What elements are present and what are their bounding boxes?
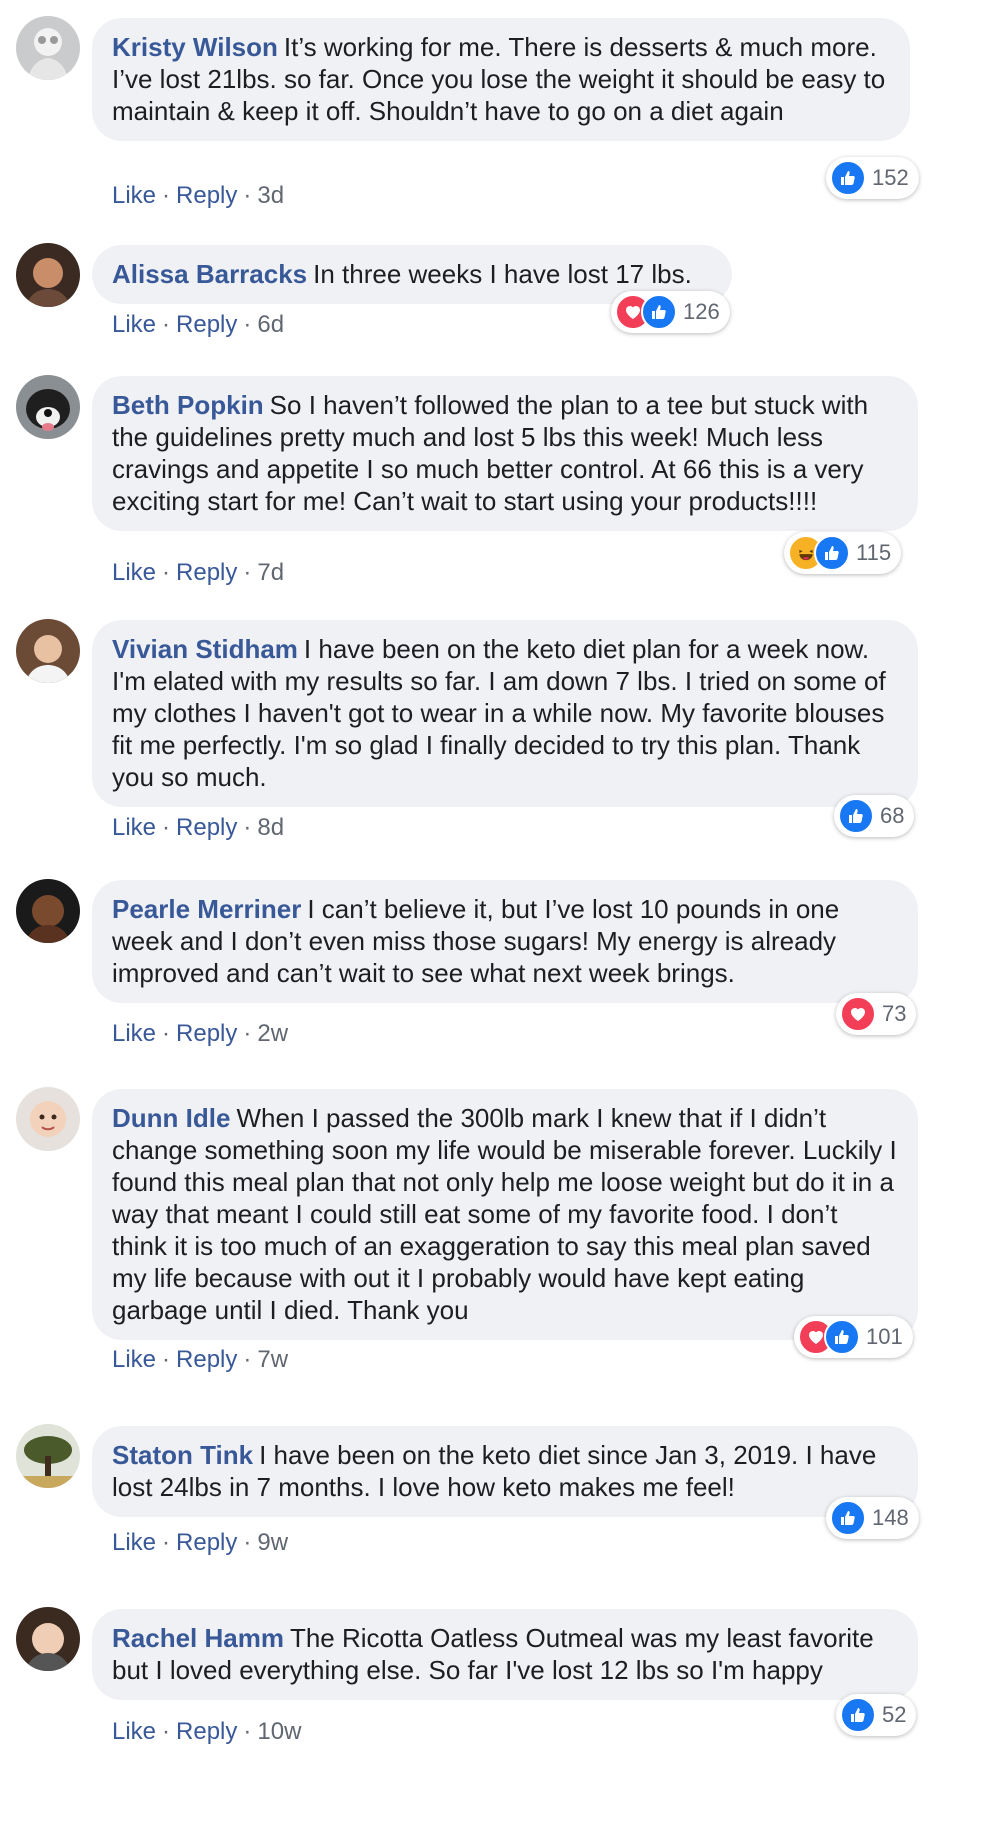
avatar[interactable] [16,1424,80,1488]
reaction-count: 68 [880,803,905,828]
avatar[interactable] [16,375,80,439]
comment-author[interactable]: Staton Tink [112,1440,253,1470]
comment-bubble: Pearle Merriner I can’t believe it, but I… [92,880,918,1003]
reaction-count: 52 [882,1702,907,1727]
comment-bubble: Staton Tink I have been on the keto diet … [92,1426,918,1517]
comment-text: In three weeks I have lost 17 lbs. [313,259,692,289]
comment-bubble: Beth Popkin So I haven’t followed the pla… [92,376,918,531]
reaction-summary[interactable]: 126 [611,291,730,333]
reaction-summary[interactable]: 101 [794,1316,913,1358]
like-button[interactable]: Like [112,814,156,841]
like-button[interactable]: Like [112,1020,156,1047]
comment-timestamp[interactable]: 10w [257,1718,301,1745]
comment-actions: Like · Reply · 8d [112,814,285,841]
avatar[interactable] [16,619,80,683]
reaction-count: 115 [856,540,892,565]
reaction-count: 101 [866,1324,903,1349]
comment-actions: Like · Reply · 9w [112,1529,289,1556]
like-button[interactable]: Like [112,311,156,338]
reaction-summary[interactable]: 68 [834,795,915,837]
like-reaction-icon [830,160,866,196]
comment-timestamp[interactable]: 8d [257,814,284,841]
comment-timestamp[interactable]: 9w [257,1529,288,1556]
like-button[interactable]: Like [112,1346,156,1373]
comment-author[interactable]: Rachel Hamm [112,1623,284,1653]
comment-author[interactable]: Dunn Idle [112,1103,230,1133]
like-reaction-icon [824,1319,860,1355]
like-button[interactable]: Like [112,559,156,586]
comment-actions: Like · Reply · 6d [112,311,285,338]
reply-button[interactable]: Reply [176,814,237,841]
like-button[interactable]: Like [112,1529,156,1556]
comment-author[interactable]: Beth Popkin [112,390,264,420]
like-reaction-icon [840,1697,876,1733]
reply-button[interactable]: Reply [176,1529,237,1556]
reply-button[interactable]: Reply [176,311,237,338]
like-button[interactable]: Like [112,1718,156,1745]
reply-button[interactable]: Reply [176,1346,237,1373]
comment-actions: Like · Reply · 3d [112,182,285,209]
reaction-summary[interactable]: 152 [826,157,919,199]
comment-author[interactable]: Pearle Merriner [112,894,301,924]
reply-button[interactable]: Reply [176,1718,237,1745]
like-reaction-icon [830,1500,866,1536]
comment-actions: Like · Reply · 2w [112,1020,289,1047]
like-reaction-icon [641,294,677,330]
avatar[interactable] [16,16,80,80]
avatar[interactable] [16,1607,80,1671]
comment-author[interactable]: Vivian Stidham [112,634,298,664]
comment-timestamp[interactable]: 6d [257,311,284,338]
reaction-count: 73 [882,1001,907,1026]
avatar[interactable] [16,243,80,307]
reaction-summary[interactable]: 52 [836,1694,917,1736]
reaction-summary[interactable]: 115 [784,532,902,574]
comment-text: When I passed the 300lb mark I knew that… [112,1103,897,1325]
like-reaction-icon [814,535,850,571]
love-reaction-icon [840,996,876,1032]
reaction-count: 152 [872,165,909,190]
comment-bubble: Vivian Stidham I have been on the keto di… [92,620,918,807]
reaction-count: 126 [683,299,720,324]
comment-actions: Like · Reply · 7w [112,1346,289,1373]
reaction-summary[interactable]: 73 [836,993,917,1035]
avatar[interactable] [16,1087,80,1151]
reaction-summary[interactable]: 148 [826,1497,919,1539]
comment-timestamp[interactable]: 7w [257,1346,288,1373]
like-reaction-icon [838,798,874,834]
reaction-count: 148 [872,1505,909,1530]
comment-timestamp[interactable]: 2w [257,1020,288,1047]
comment-bubble: Rachel Hamm The Ricotta Oatless Outmeal w… [92,1609,918,1700]
avatar[interactable] [16,879,80,943]
like-button[interactable]: Like [112,182,156,209]
comment-actions: Like · Reply · 7d [112,559,285,586]
reply-button[interactable]: Reply [176,1020,237,1047]
comment-timestamp[interactable]: 7d [257,559,284,586]
comment-timestamp[interactable]: 3d [257,182,284,209]
comment-author[interactable]: Kristy Wilson [112,32,278,62]
comment-bubble: Kristy Wilson It’s working for me. There … [92,18,910,141]
reply-button[interactable]: Reply [176,559,237,586]
comment-author[interactable]: Alissa Barracks [112,259,307,289]
comment-actions: Like · Reply · 10w [112,1718,302,1745]
reply-button[interactable]: Reply [176,182,237,209]
comment-bubble: Dunn Idle When I passed the 300lb mark I … [92,1089,918,1340]
